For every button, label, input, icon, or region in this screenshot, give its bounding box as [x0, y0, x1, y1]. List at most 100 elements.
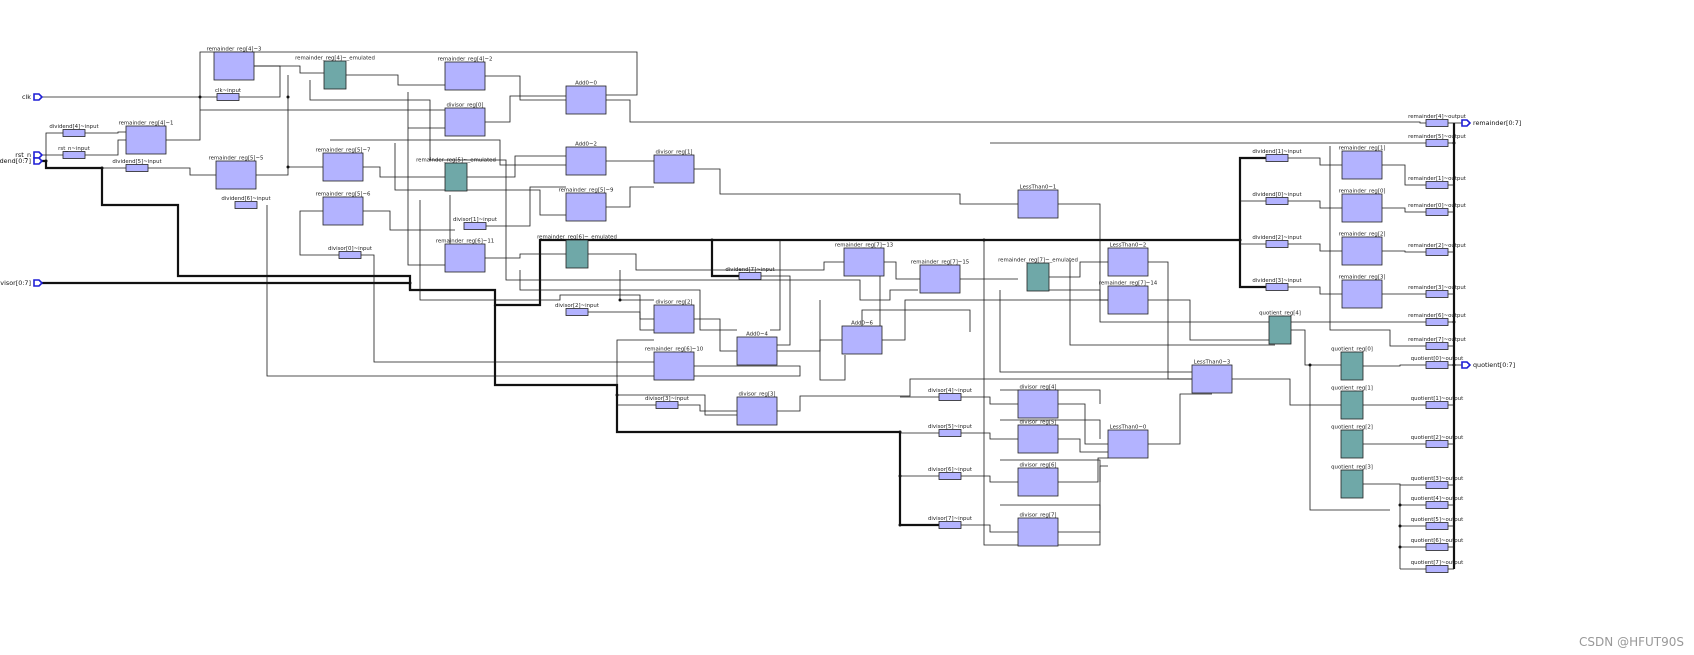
cell-label: LessThan0~1: [1020, 185, 1057, 191]
cell-c18: remainder_reg[5]~9: [559, 188, 614, 222]
cell-box: [444, 107, 486, 137]
port-arrow-icon: [1461, 361, 1472, 369]
cell-box: [1017, 424, 1059, 454]
net-wire: [148, 167, 216, 176]
cell-box: [565, 146, 607, 176]
junction-dot: [100, 166, 104, 170]
cell-o2: remainder[5]~output: [1408, 134, 1466, 147]
cell-label: dividend[7]~input: [725, 267, 774, 273]
net-wire: [361, 254, 654, 363]
cell-c54: dividend[3]~input: [1252, 278, 1302, 291]
cell-c56: quotient_reg[0]: [1331, 347, 1373, 381]
cell-box: [1340, 351, 1364, 381]
cell-box: [938, 393, 962, 401]
cell-c24: remainder_reg[7]~13: [835, 243, 893, 277]
cell-label: remainder[3]~output: [1408, 285, 1466, 291]
cell-o5: remainder[2]~output: [1408, 243, 1466, 256]
net-wire: [694, 168, 1018, 205]
net-wire: [1363, 364, 1426, 367]
cell-box: [1425, 290, 1449, 298]
net-wire: [777, 378, 1192, 412]
cell-c38: LessThan0~3: [1191, 360, 1233, 394]
cell-label: remainder_reg[2]: [1338, 232, 1385, 238]
cell-o14: quotient[5]~output: [1411, 517, 1464, 530]
ports: clkrst_ndividend[0:7]divisor[0:7]remaind…: [0, 93, 1521, 369]
cell-label: remainder[7]~output: [1408, 337, 1466, 343]
junction-dot: [618, 298, 622, 302]
cell-box: [1425, 522, 1449, 530]
cell-box: [565, 308, 589, 316]
net-wire: [486, 186, 566, 227]
cell-label: remainder_reg[6]~11: [436, 239, 494, 245]
cell-box: [655, 401, 679, 409]
port-quotient: quotient[0:7]: [1461, 361, 1515, 369]
cell-label: remainder_reg[3]: [1338, 275, 1385, 281]
cell-label: remainder[5]~output: [1408, 134, 1466, 140]
net-wire: [770, 240, 781, 331]
cell-c35: divisor[3]~input: [645, 396, 689, 409]
cell-label: remainder_reg[4]~_emulated: [295, 56, 375, 62]
cell-c46: divisor[7]~input: [928, 516, 972, 529]
cell-label: quotient_reg[2]: [1331, 425, 1373, 431]
junction-dot: [710, 238, 714, 242]
cell-label: remainder_reg[6]~10: [645, 347, 704, 353]
cell-box: [322, 152, 364, 182]
cell-label: remainder_reg[5]~7: [316, 148, 371, 154]
cell-label: quotient[5]~output: [1411, 517, 1464, 523]
cell-c47: divisor_reg[7]: [1017, 513, 1059, 547]
cell-box: [1026, 262, 1050, 292]
cell-label: divisor_reg[1]: [655, 150, 692, 156]
cell-box: [653, 351, 695, 381]
cell-c20: divisor[0]~input: [328, 246, 372, 259]
cell-c43: LessThan0~0: [1107, 425, 1149, 459]
cell-c26: remainder_reg[7]~15: [911, 260, 969, 294]
cell-box: [1107, 429, 1149, 459]
net-wire: [606, 99, 1426, 124]
cell-label: remainder_reg[5]~5: [209, 156, 264, 162]
cell-label: divisor[2]~input: [555, 303, 599, 309]
net-wire: [1288, 200, 1342, 209]
cell-c3: remainder_reg[4]~2: [438, 57, 492, 91]
cell-c12: remainder_reg[5]~7: [316, 148, 371, 182]
cell-label: dividend[0]~input: [1252, 192, 1301, 198]
net-wire: [485, 253, 566, 259]
cell-label: remainder_reg[5]~6: [316, 192, 372, 198]
cell-c10: dividend[5]~input: [112, 159, 162, 172]
cell-box: [1107, 247, 1149, 277]
cell-label: dividend[3]~input: [1252, 278, 1301, 284]
cell-label: divisor_reg[6]: [1019, 463, 1056, 469]
net-wire: [1069, 260, 1275, 346]
cell-o1: remainder[4]~output: [1408, 114, 1466, 127]
cell-c23: LessThan0~1: [1017, 185, 1059, 219]
cell-box: [234, 201, 258, 209]
cell-box: [444, 162, 468, 192]
cell-box: [125, 164, 149, 172]
cell-box: [841, 325, 883, 355]
cell-o12: quotient[3]~output: [1411, 476, 1464, 489]
net-wire: [1288, 243, 1342, 252]
cell-label: dividend[4]~input: [49, 124, 98, 130]
cell-label: LessThan0~2: [1110, 243, 1147, 249]
cell-box: [738, 272, 762, 280]
cell-c4: clk~input: [215, 88, 241, 101]
cell-c49: remainder_reg[1]: [1338, 146, 1386, 180]
cell-box: [1341, 193, 1383, 223]
net-wire: [1382, 250, 1426, 253]
cell-label: quotient[3]~output: [1411, 476, 1464, 482]
cell-label: divisor_reg[0]: [446, 103, 483, 109]
cell-box: [1425, 543, 1449, 551]
cell-label: quotient_reg[4]: [1259, 311, 1301, 317]
cell-box: [1425, 248, 1449, 256]
cell-label: Add0~0: [575, 81, 597, 87]
net-wire: [999, 290, 1192, 373]
cell-o8: remainder[7]~output: [1408, 337, 1466, 350]
cell-box: [338, 251, 362, 259]
port-clk: clk: [22, 93, 44, 101]
cell-box: [62, 129, 86, 137]
cell-c55: remainder_reg[3]: [1338, 275, 1386, 309]
cell-label: remainder_reg[7]~15: [911, 260, 969, 266]
cell-box: [1017, 189, 1059, 219]
junction-dot: [982, 238, 986, 242]
cell-c57: quotient_reg[1]: [1331, 386, 1373, 420]
net-wire: [363, 210, 455, 231]
